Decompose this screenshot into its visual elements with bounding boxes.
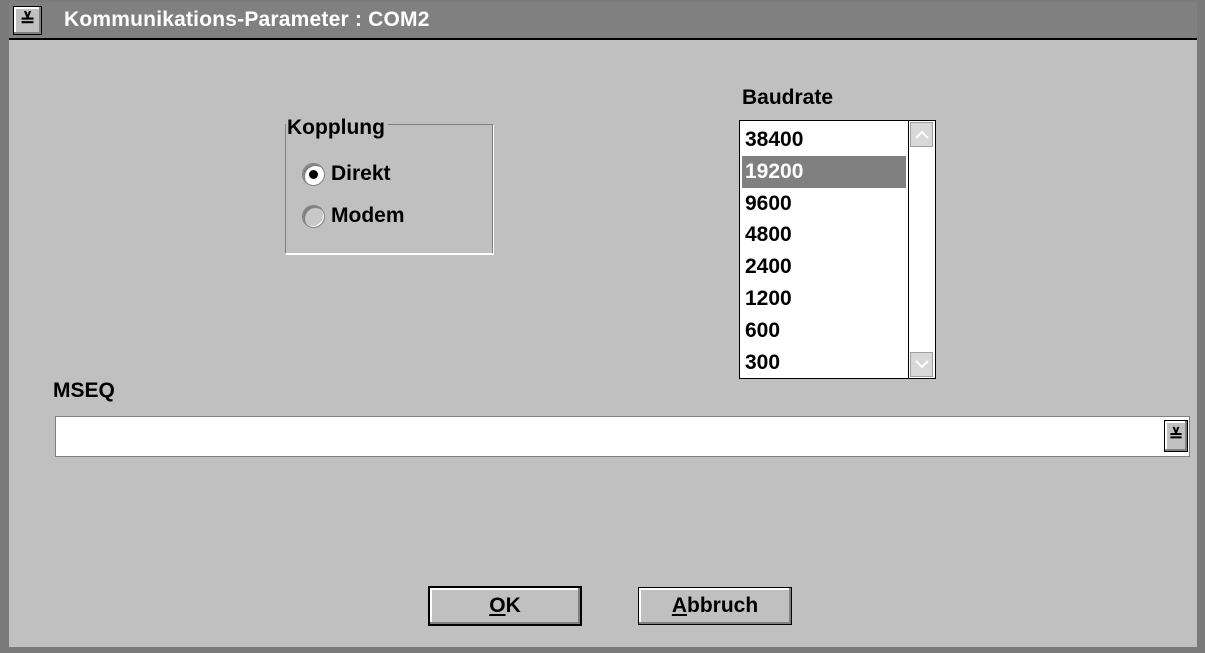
baudrate-item-2400[interactable]: 2400 bbox=[742, 251, 906, 283]
baudrate-label: Baudrate bbox=[742, 86, 834, 109]
radio-modem[interactable]: Modem bbox=[302, 204, 405, 228]
dialog-window: ≚ Kommunikations-Parameter : COM2 Kopplu… bbox=[0, 0, 1205, 653]
dropdown-arrow-icon[interactable]: ≚ bbox=[1164, 420, 1188, 452]
baudrate-items: 38400 19200 9600 4800 2400 1200 600 300 bbox=[742, 124, 906, 378]
baudrate-item-38400[interactable]: 38400 bbox=[742, 124, 906, 156]
mseq-input[interactable] bbox=[56, 417, 1161, 456]
baudrate-scrollbar[interactable] bbox=[908, 121, 935, 378]
ok-label: K bbox=[505, 594, 521, 617]
mseq-label: MSEQ bbox=[53, 379, 115, 402]
ok-button[interactable]: OK bbox=[428, 586, 582, 626]
baudrate-listbox[interactable]: 38400 19200 9600 4800 2400 1200 600 300 bbox=[739, 120, 936, 379]
scroll-up-icon[interactable] bbox=[910, 122, 933, 147]
baudrate-item-19200[interactable]: 19200 bbox=[742, 155, 906, 188]
radio-direkt[interactable]: Direkt bbox=[302, 162, 391, 186]
scroll-down-icon[interactable] bbox=[910, 352, 933, 377]
baudrate-item-9600[interactable]: 9600 bbox=[742, 188, 906, 220]
baudrate-item-1200[interactable]: 1200 bbox=[742, 283, 906, 315]
baudrate-item-300[interactable]: 300 bbox=[742, 347, 906, 379]
ok-mnemonic: O bbox=[489, 594, 506, 617]
radio-direkt-label: Direkt bbox=[331, 162, 391, 185]
radio-modem-label: Modem bbox=[331, 204, 405, 227]
system-menu-icon[interactable]: ≚ bbox=[13, 5, 42, 35]
window-title: Kommunikations-Parameter : COM2 bbox=[64, 8, 430, 31]
radio-direkt-circle[interactable] bbox=[302, 162, 325, 186]
cancel-mnemonic: A bbox=[671, 594, 687, 617]
cancel-button[interactable]: Abbruch bbox=[638, 587, 792, 625]
radio-selected-dot bbox=[309, 169, 318, 179]
coupling-label: Kopplung bbox=[286, 116, 388, 140]
baudrate-item-4800[interactable]: 4800 bbox=[742, 219, 906, 251]
title-bar[interactable]: ≚ Kommunikations-Parameter : COM2 bbox=[9, 2, 1197, 40]
coupling-groupbox bbox=[285, 124, 493, 254]
radio-modem-circle[interactable] bbox=[302, 204, 325, 228]
cancel-label: bbruch bbox=[687, 594, 759, 617]
baudrate-item-600[interactable]: 600 bbox=[742, 315, 906, 347]
mseq-combobox[interactable]: ≚ bbox=[55, 416, 1190, 457]
